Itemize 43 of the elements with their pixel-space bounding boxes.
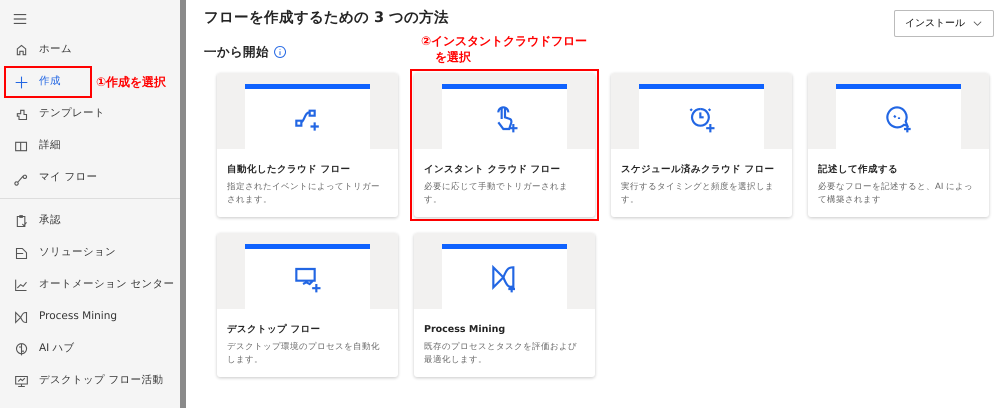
card-title: インスタント クラウド フロー: [424, 163, 562, 177]
flow-type-card[interactable]: 記述して作成する 必要なフローを記述すると、AI によって構築されます: [808, 73, 989, 217]
flow-type-card[interactable]: インスタント クラウド フロー 必要に応じて手動でトリガーされます。: [414, 73, 595, 217]
info-icon: [273, 45, 287, 60]
card-description: 必要に応じて手動でトリガーされます。: [424, 181, 569, 207]
sidebar-item[interactable]: 承認: [4, 205, 63, 237]
sidebar-item[interactable]: ホーム: [4, 34, 74, 66]
section-title: 一から開始: [204, 43, 269, 61]
flow-type-card[interactable]: デスクトップ フロー デスクトップ環境のプロセスを自動化します。: [217, 233, 398, 377]
monitor-icon: [14, 374, 29, 388]
sidebar-item[interactable]: テンプレート: [4, 98, 107, 130]
card-description: 必要なフローを記述すると、AI によって構築されます: [818, 181, 974, 207]
card-description: 既存のプロセスとタスクを評価および最適化します。: [424, 341, 578, 367]
document-icon: [14, 246, 29, 260]
card-title: デスクトップ フロー: [227, 323, 322, 337]
card-title: スケジュール済みクラウド フロー: [621, 163, 776, 177]
card-title: Process Mining: [424, 323, 506, 337]
house-icon: [14, 42, 29, 58]
flow-type-card[interactable]: スケジュール済みクラウド フロー 実行するタイミングと頻度を選択します。: [611, 73, 792, 217]
sidebar-item[interactable]: 詳細: [4, 130, 63, 162]
flow-type-card[interactable]: Process Mining 既存のプロセスとタスクを評価および最適化します。: [414, 233, 595, 377]
sidebar-item[interactable]: ソリューション: [4, 237, 118, 269]
card-description: 指定されたイベントによってトリガーされます。: [227, 181, 381, 207]
install-button[interactable]: インストール: [894, 10, 994, 37]
chart-line-icon: [14, 278, 29, 292]
card-description: デスクトップ環境のプロセスを自動化します。: [227, 341, 381, 367]
chat-sparkle-icon: [884, 104, 914, 134]
card-title: 自動化したクラウド フロー: [227, 163, 352, 177]
card-description: 実行するタイミングと頻度を選択します。: [621, 181, 775, 207]
sidebar-item[interactable]: 作成: [4, 66, 92, 98]
sidebar-item[interactable]: Process Mining: [4, 301, 120, 333]
sidebar-item[interactable]: デスクトップ フロー活動: [4, 365, 166, 397]
sidebar-item[interactable]: マイ フロー: [4, 162, 100, 194]
annotation-label: ②インスタントクラウドフロー を選択: [421, 33, 588, 66]
sidebar-item[interactable]: オートメーション センター: [4, 269, 176, 301]
page-title: フローを作成するための 3 つの方法: [204, 10, 450, 28]
clipboard-check-icon: [14, 214, 29, 228]
sidebar-item[interactable]: AI ハブ: [4, 333, 77, 365]
funnel-icon: [14, 310, 29, 324]
flow-type-card[interactable]: 自動化したクラウド フロー 指定されたイベントによってトリガーされます。: [217, 73, 398, 217]
plus-icon: [14, 74, 29, 90]
card-title: 記述して作成する: [818, 163, 899, 177]
annotation-label: ①作成を選択: [96, 74, 166, 91]
